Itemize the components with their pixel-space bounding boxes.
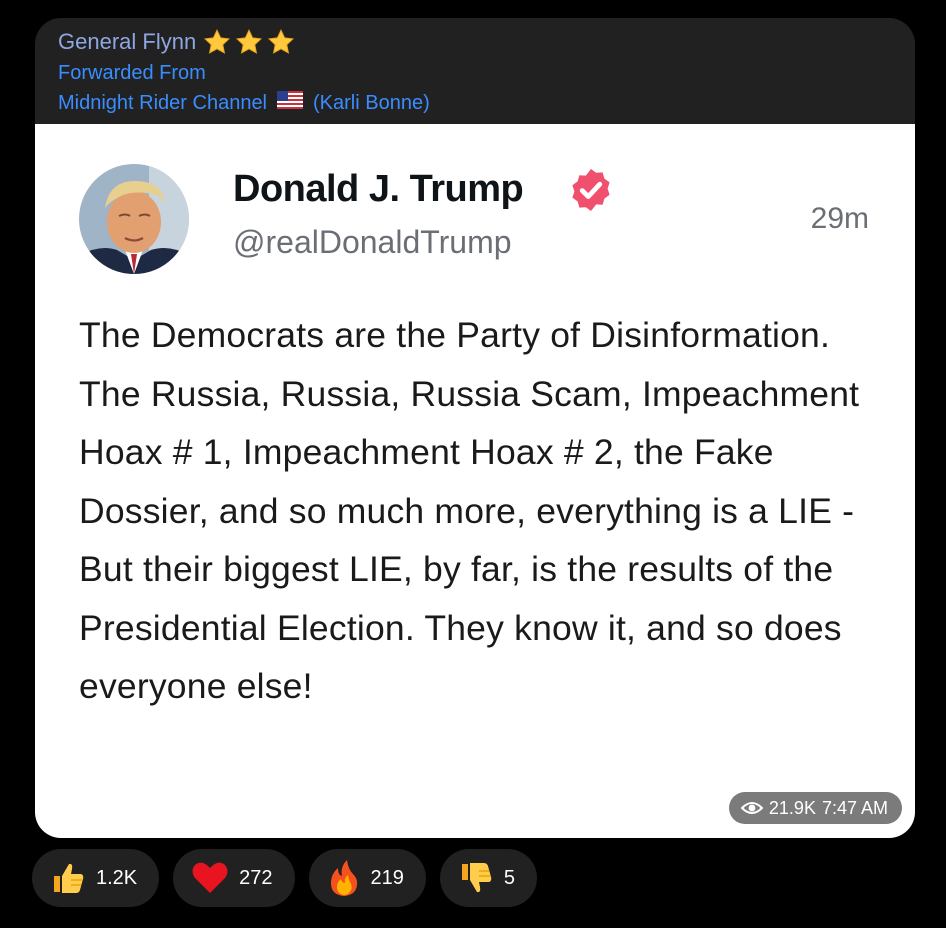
reaction-count: 1.2K xyxy=(96,866,138,889)
reaction-thumbs-down[interactable]: 5 xyxy=(439,849,538,907)
star-icons xyxy=(202,28,296,56)
channel-author[interactable]: (Karli Bonne) xyxy=(313,88,430,118)
verified-badge-icon xyxy=(567,166,615,219)
tweet-timestamp: 29m xyxy=(810,202,869,235)
tweet-handle[interactable]: @realDonaldTrump xyxy=(233,224,512,261)
sender-name[interactable]: General Flynn xyxy=(58,28,196,56)
forwarded-channel-link[interactable]: Midnight Rider Channel (Karli Bonne) xyxy=(58,88,898,118)
message-meta: 21.9K 7:47 AM xyxy=(728,792,902,824)
message-time: 7:47 AM xyxy=(821,797,888,818)
message-bubble[interactable]: General Flynn Forwarded From Midnight Ri… xyxy=(35,18,915,838)
tweet-screenshot[interactable]: Donald J. Trump @realDonaldTrump 29m The… xyxy=(35,124,915,838)
reaction-heart[interactable]: 272 xyxy=(173,849,295,907)
tweet-text: The Democrats are the Party of Disinform… xyxy=(79,315,860,706)
fire-icon xyxy=(330,860,357,896)
reaction-count: 5 xyxy=(503,866,516,889)
channel-name[interactable]: Midnight Rider Channel xyxy=(58,88,267,118)
avatar xyxy=(79,164,189,274)
thumbs-down-icon xyxy=(461,863,492,893)
sender-line: General Flynn xyxy=(58,28,898,56)
star-icon xyxy=(268,29,295,54)
star-icon xyxy=(204,29,231,54)
reaction-count: 272 xyxy=(239,866,273,889)
view-count: 21.9K xyxy=(768,797,816,818)
heart-icon xyxy=(192,862,228,893)
us-flag-icon xyxy=(277,88,304,118)
message-header: General Flynn Forwarded From Midnight Ri… xyxy=(58,28,898,118)
forwarded-from-label: Forwarded From xyxy=(58,62,206,84)
star-icon xyxy=(236,29,263,54)
tweet-author-name[interactable]: Donald J. Trump xyxy=(233,168,524,211)
reactions-bar: 1.2K 272 219 5 xyxy=(32,849,538,907)
reaction-fire[interactable]: 219 xyxy=(308,849,426,907)
eye-icon xyxy=(740,802,763,814)
reaction-count: 219 xyxy=(370,866,404,889)
reaction-thumbs-up[interactable]: 1.2K xyxy=(32,849,160,907)
thumbs-up-icon xyxy=(54,863,84,893)
